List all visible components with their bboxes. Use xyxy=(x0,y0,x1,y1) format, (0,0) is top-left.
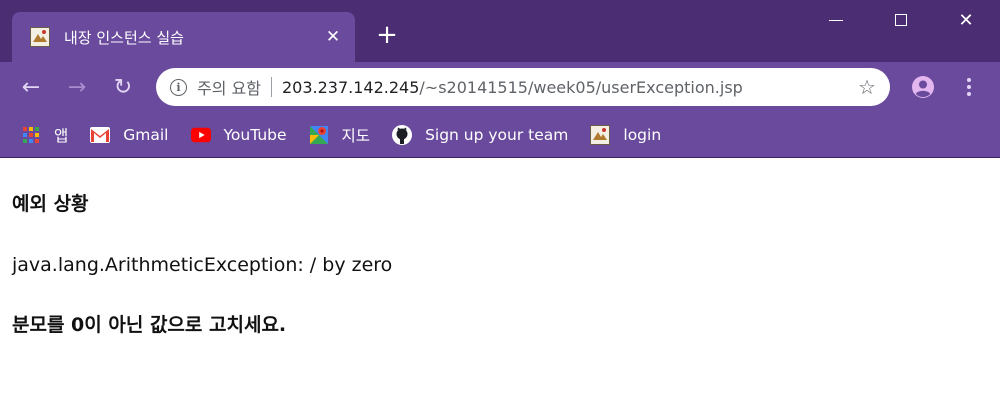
browser-toolbar: ← → ↻ i 주의 요함 203.237.142.245/~s20141515… xyxy=(0,62,1000,112)
bookmark-maps[interactable]: 지도 xyxy=(309,124,371,146)
bookmark-label: 앱 xyxy=(54,126,69,145)
bookmark-star-icon[interactable]: ☆ xyxy=(852,75,882,99)
minimize-button[interactable] xyxy=(803,0,869,40)
gmail-icon xyxy=(90,125,111,145)
address-bar[interactable]: i 주의 요함 203.237.142.245/~s20141515/week0… xyxy=(156,68,890,106)
youtube-icon xyxy=(190,125,211,145)
bookmark-label: Gmail xyxy=(123,125,169,144)
url-path: /~s20141515/week05/userException.jsp xyxy=(419,77,743,97)
browser-menu-icon[interactable] xyxy=(957,75,981,99)
bookmark-youtube[interactable]: YouTube xyxy=(190,125,287,145)
bookmark-github[interactable]: Sign up your team xyxy=(392,124,569,145)
bookmark-label: YouTube xyxy=(223,125,287,144)
forward-arrow-icon: → xyxy=(67,74,87,100)
tab-close-icon[interactable]: ✕ xyxy=(319,23,347,51)
close-window-button[interactable]: ✕ xyxy=(933,0,999,40)
reload-button[interactable]: ↻ xyxy=(106,70,140,104)
url-text[interactable]: 203.237.142.245/~s20141515/week05/userEx… xyxy=(282,78,852,97)
security-warning-label[interactable]: 주의 요함 xyxy=(197,75,261,99)
bookmark-label: login xyxy=(623,125,662,144)
new-tab-button[interactable]: + xyxy=(372,20,402,50)
minimize-icon xyxy=(829,19,843,21)
bookmarks-bar: 앱 Gmail YouTube 지도 Sign up your team log… xyxy=(0,112,1000,158)
url-host: 203.237.142.245 xyxy=(281,77,420,97)
exception-heading: 예외 상황 xyxy=(12,193,89,215)
site-favicon-icon xyxy=(30,27,50,47)
info-icon[interactable]: i xyxy=(170,78,187,96)
profile-avatar-icon[interactable] xyxy=(911,75,935,99)
maximize-icon xyxy=(895,14,907,26)
apps-grid-icon xyxy=(21,125,41,145)
browser-tab[interactable]: 내장 인스턴스 실습 ✕ xyxy=(12,12,355,62)
exception-message: java.lang.ArithmeticException: / by zero xyxy=(12,254,393,276)
url-separator xyxy=(270,77,272,97)
bookmark-login[interactable]: login xyxy=(590,124,662,145)
maps-icon xyxy=(309,125,329,145)
tab-title: 내장 인스턴스 실습 xyxy=(64,28,184,47)
maximize-button[interactable] xyxy=(868,0,934,40)
forward-button[interactable]: → xyxy=(60,70,94,104)
bookmark-label: 지도 xyxy=(341,126,371,145)
back-button[interactable]: ← xyxy=(14,70,48,104)
bookmark-apps[interactable]: 앱 xyxy=(21,124,68,146)
page-content: 예외 상황 java.lang.ArithmeticException: / b… xyxy=(0,158,1000,340)
reload-icon: ↻ xyxy=(113,74,133,100)
close-icon: ✕ xyxy=(958,9,974,31)
site-favicon-icon xyxy=(590,124,611,145)
bookmark-label: Sign up your team xyxy=(425,125,569,144)
back-arrow-icon: ← xyxy=(21,74,41,100)
bookmark-gmail[interactable]: Gmail xyxy=(90,125,169,145)
browser-titlebar: 내장 인스턴스 실습 ✕ + ✕ xyxy=(0,0,1000,62)
github-icon xyxy=(392,124,413,145)
instruction-heading: 분모를 0이 아닌 값으로 고치세요. xyxy=(12,314,287,336)
